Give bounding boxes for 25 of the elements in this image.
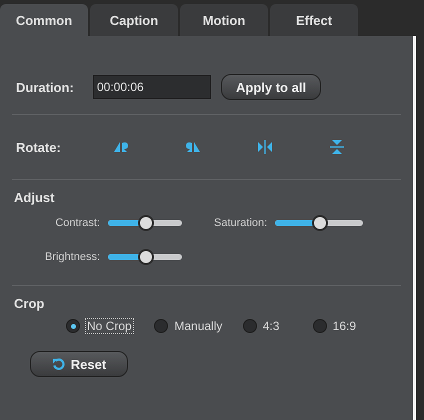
duration-field[interactable]: 00:00:06 bbox=[93, 75, 211, 99]
radio-button[interactable] bbox=[242, 319, 257, 333]
radio-button[interactable] bbox=[312, 319, 327, 333]
apply-to-all-button[interactable]: Apply to all bbox=[221, 74, 322, 100]
section-title: Crop bbox=[13, 295, 46, 311]
slider-label: Brightness: bbox=[44, 251, 100, 263]
slider-label: Saturation: bbox=[214, 217, 268, 229]
radio-label: 4:3 bbox=[262, 319, 280, 333]
flip-horizontal-icon[interactable] bbox=[256, 138, 274, 156]
slider-label: Contrast: bbox=[55, 217, 100, 229]
duration-label: Duration: bbox=[15, 80, 75, 94]
tab[interactable]: Common bbox=[0, 4, 88, 36]
radio-button[interactable] bbox=[154, 319, 168, 333]
flip-vertical-icon[interactable] bbox=[328, 138, 346, 156]
radio-button[interactable] bbox=[66, 319, 80, 333]
rotate-label: Rotate: bbox=[15, 140, 62, 154]
tab[interactable]: Caption bbox=[90, 4, 178, 36]
section-title: Adjust bbox=[13, 189, 56, 205]
tab[interactable]: Motion bbox=[180, 4, 268, 36]
radio-label: 16:9 bbox=[332, 319, 356, 333]
undo-icon bbox=[52, 358, 65, 370]
radio-label: Manually bbox=[174, 319, 222, 333]
reset-button[interactable]: Reset bbox=[30, 351, 128, 377]
radio-label: No Crop bbox=[86, 319, 133, 333]
tab[interactable]: Effect bbox=[270, 4, 358, 36]
